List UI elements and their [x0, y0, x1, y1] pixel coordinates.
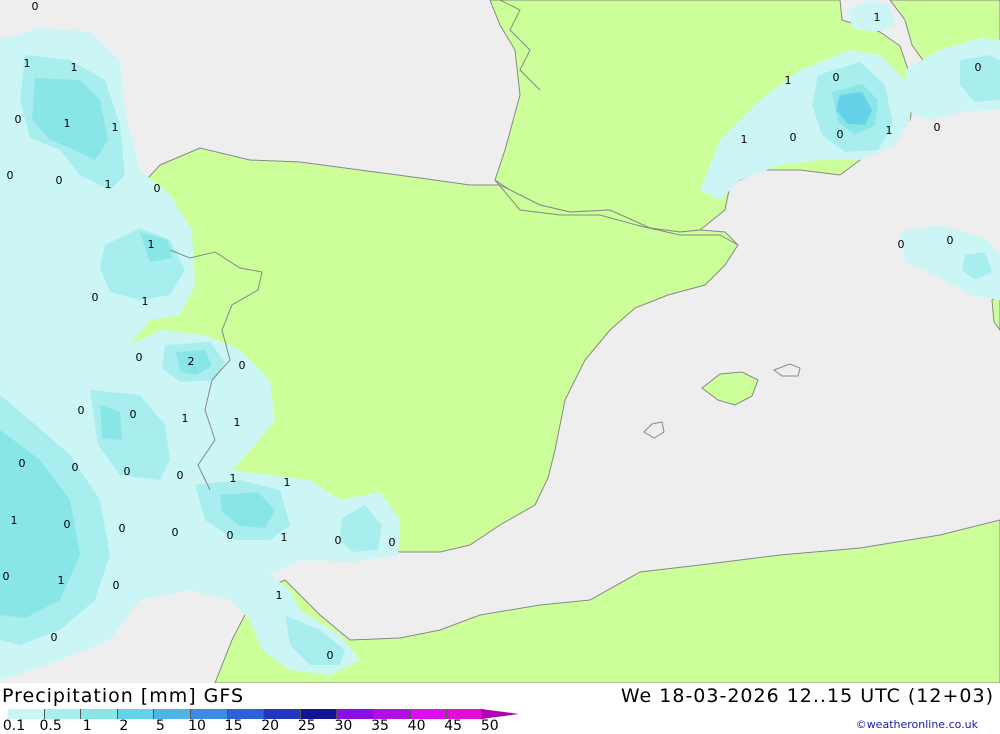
- map-label: 0: [934, 121, 941, 134]
- map-label: 0: [78, 404, 85, 417]
- map-label: 2: [188, 355, 195, 368]
- legend-tick-label: 10: [188, 718, 206, 734]
- legend-tick-label: 20: [261, 718, 280, 734]
- map-label: 1: [276, 589, 283, 602]
- map-label: 1: [11, 514, 18, 527]
- map-label: 0: [172, 526, 179, 539]
- map-label: 0: [3, 570, 10, 583]
- legend-tick-label: 45: [444, 718, 463, 734]
- map-label: 0: [975, 61, 982, 74]
- map-label: 0: [64, 518, 71, 531]
- map-label: 0: [947, 234, 954, 247]
- map-label: 0: [177, 469, 184, 482]
- map-label: 1: [785, 74, 792, 87]
- legend-tick-label: 15: [224, 718, 243, 734]
- legend-tick-label: 0.5: [39, 718, 62, 734]
- map-label: 0: [56, 174, 63, 187]
- map-label: 0: [154, 182, 161, 195]
- map-label: 0: [790, 131, 797, 144]
- map-label: 1: [874, 11, 881, 24]
- map-label: 1: [112, 121, 119, 134]
- map-label: 1: [234, 416, 241, 429]
- legend-tick-label: 35: [371, 718, 389, 734]
- map-label: 1: [24, 57, 31, 70]
- map-label: 1: [741, 133, 748, 146]
- legend-tick-label: 2: [119, 718, 129, 734]
- map-label: 0: [227, 529, 234, 542]
- legend-tick-label: 50: [480, 718, 499, 734]
- map-label: 1: [281, 531, 288, 544]
- map-label: 0: [15, 113, 22, 126]
- map-label: 0: [239, 359, 246, 372]
- legend-tick-label: 25: [297, 718, 316, 734]
- legend-tick-label: 0.1: [2, 718, 26, 734]
- map-label: 1: [886, 124, 893, 137]
- map-label: 0: [19, 457, 26, 470]
- legend-ticks: 0.1 0.5 1 2 5 10 15 20 25 30 35 40 45 50: [0, 718, 520, 734]
- map-label: 0: [7, 169, 14, 182]
- legend-tick-label: 5: [155, 718, 165, 734]
- map-label: 1: [230, 472, 237, 485]
- map-label: 1: [64, 117, 71, 130]
- map-label: 0: [92, 291, 99, 304]
- map-label: 0: [119, 522, 126, 535]
- map-label: 0: [837, 128, 844, 141]
- map-title: Precipitation [mm] GFS: [2, 685, 245, 707]
- map-footer: Precipitation [mm] GFS We 18-03-2026 12.…: [0, 683, 1000, 734]
- map-label: 1: [142, 295, 149, 308]
- map-label: 0: [833, 71, 840, 84]
- legend-tick-label: 40: [407, 718, 426, 734]
- map-label: 1: [284, 476, 291, 489]
- legend-tick-label: 30: [334, 718, 353, 734]
- map-label: 1: [148, 238, 155, 251]
- map-label: 0: [335, 534, 342, 547]
- map-label: 0: [32, 0, 39, 13]
- map-label: 0: [72, 461, 79, 474]
- legend-tick-label: 1: [82, 718, 92, 734]
- map-label: 1: [58, 574, 65, 587]
- map-label: 0: [136, 351, 143, 364]
- map-label: 1: [71, 61, 78, 74]
- map-label: 1: [182, 412, 189, 425]
- map-label: 0: [130, 408, 137, 421]
- map-label: 0: [51, 631, 58, 644]
- precipitation-map: 0 1 1 0 1 1 0 0 1 0 1 0 1 0 2 0 0 0 1 1 …: [0, 0, 1000, 683]
- map-label: 0: [389, 536, 396, 549]
- map-label: 0: [327, 649, 334, 662]
- credit-link[interactable]: ©weatheronline.co.uk: [856, 718, 978, 731]
- map-label: 0: [124, 465, 131, 478]
- map-label: 0: [898, 238, 905, 251]
- forecast-datetime: We 18-03-2026 12..15 UTC (12+03): [620, 685, 994, 707]
- map-label: 0: [113, 579, 120, 592]
- map-label: 1: [105, 178, 112, 191]
